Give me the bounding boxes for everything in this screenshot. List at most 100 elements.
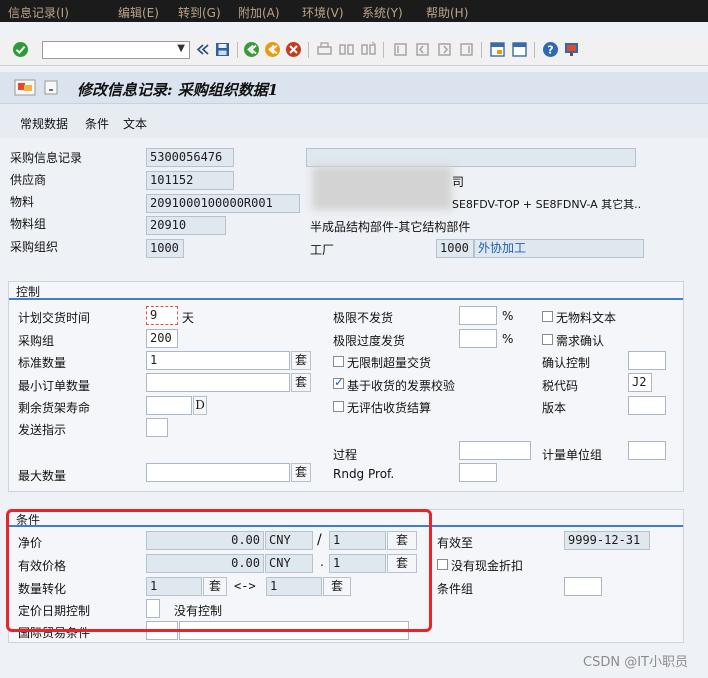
watermark-text: CSDN @IT小职员 <box>583 655 688 670</box>
toolbar-separator <box>481 42 482 58</box>
info-record-field: 5300056476 <box>146 148 234 167</box>
other-object-icon[interactable] <box>44 80 58 95</box>
gr-based-iv-checkbox[interactable] <box>333 375 344 389</box>
menu-bar: 信息记录(I) 编辑(E) 转到(G) 附加(A) 环境(V) 系统(Y) 帮助… <box>0 0 708 22</box>
shipping-instr-label: 发送指示 <box>18 423 67 437</box>
find-icon[interactable] <box>338 41 355 58</box>
conditions-button[interactable]: 条件 <box>85 115 109 132</box>
std-qty-unit: 套 <box>291 351 311 370</box>
purch-org-label: 采购组织 <box>0 236 145 258</box>
info-record-desc-field <box>306 148 636 167</box>
menu-item-extras[interactable]: 附加(A) <box>238 4 280 21</box>
back-icon[interactable] <box>243 41 260 58</box>
valid-to-field: 9999-12-31 <box>564 531 650 550</box>
menu-item-environment[interactable]: 环境(V) <box>302 4 344 21</box>
toolbar-separator <box>534 42 535 58</box>
material-group-label: 物料组 <box>0 213 145 235</box>
menu-item-info-record[interactable]: 信息记录(I) <box>8 4 69 21</box>
planned-delivery-unit: 天 <box>182 311 195 325</box>
menu-item-system[interactable]: 系统(Y) <box>362 4 403 21</box>
material-desc-text: SE8FDV-TOP + SE8FDNV-A 其它其.. <box>452 198 642 211</box>
first-page-icon[interactable] <box>392 41 409 58</box>
general-data-button[interactable]: 常规数据 <box>20 115 68 132</box>
redaction-blur <box>312 166 452 210</box>
create-session-icon[interactable] <box>489 41 506 58</box>
conf-control-label: 确认控制 <box>542 356 591 370</box>
remaining-shelf-input[interactable] <box>146 396 192 415</box>
vendor-field: 101152 <box>146 171 234 190</box>
material-label: 物料 <box>0 191 145 213</box>
unlimited-overdelivery-label: 无限制超量交货 <box>347 356 432 370</box>
over-tolerance-percent: % <box>502 332 514 346</box>
menu-item-edit[interactable]: 编辑(E) <box>118 4 159 21</box>
print-icon[interactable] <box>316 41 333 58</box>
min-qty-unit: 套 <box>291 373 311 392</box>
no-cash-discount-label: 没有现金折扣 <box>451 559 524 573</box>
toolbar-separator <box>237 42 238 58</box>
remaining-shelf-unit: D <box>193 396 207 415</box>
no-mat-text-label: 无物料文本 <box>556 311 617 325</box>
purch-group-input[interactable]: 200 <box>146 329 178 348</box>
control-group-line <box>9 298 683 300</box>
uom-group-input[interactable] <box>628 441 666 460</box>
procedure-input[interactable] <box>459 441 531 460</box>
last-page-icon[interactable] <box>458 41 475 58</box>
conf-control-input[interactable] <box>628 351 666 370</box>
procedure-label: 过程 <box>333 448 358 462</box>
info-record-label: 采购信息记录 <box>0 147 145 169</box>
page-title: 修改信息记录: 采购组织数据1 <box>77 81 279 99</box>
chevron-down-icon[interactable]: ▼ <box>177 43 185 54</box>
under-tolerance-input[interactable] <box>459 306 497 325</box>
cancel-icon[interactable] <box>285 41 302 58</box>
over-tolerance-input[interactable] <box>459 329 497 348</box>
toolbar-separator <box>383 42 384 58</box>
exit-icon[interactable] <box>264 41 281 58</box>
unlimited-overdelivery-checkbox[interactable] <box>333 356 344 367</box>
gr-based-iv-label: 基于收货的发票校验 <box>347 379 456 393</box>
max-qty-label: 最大数量 <box>18 469 67 483</box>
condition-group-label: 条件组 <box>437 582 474 596</box>
rounding-profile-input[interactable] <box>459 463 497 482</box>
menu-item-help[interactable]: 帮助(H) <box>426 4 468 21</box>
std-qty-input[interactable]: 1 <box>146 351 290 370</box>
command-field[interactable]: ▼ <box>42 41 190 59</box>
help-icon[interactable]: ? <box>542 41 559 58</box>
check-icon[interactable] <box>12 41 29 58</box>
material-group-desc-text: 半成品结构部件-其它结构部件 <box>310 220 471 234</box>
shortcut-icon[interactable] <box>511 41 528 58</box>
ack-required-checkbox[interactable] <box>542 334 553 345</box>
shipping-instr-input[interactable] <box>146 418 168 437</box>
highlight-annotation <box>6 509 432 632</box>
prev-page-icon[interactable] <box>414 41 431 58</box>
planned-delivery-input[interactable]: 9 <box>146 306 178 325</box>
max-qty-unit: 套 <box>291 463 311 482</box>
texts-button[interactable]: 文本 <box>123 115 147 132</box>
save-icon[interactable] <box>214 41 231 58</box>
menu-item-goto[interactable]: 转到(G) <box>178 4 221 21</box>
over-tolerance-label: 极限过度发货 <box>333 334 406 348</box>
plant-label: 工厂 <box>310 243 335 257</box>
next-page-icon[interactable] <box>436 41 453 58</box>
display-change-icon[interactable] <box>14 79 36 96</box>
material-field: 2091000100000R001 <box>146 194 300 213</box>
no-cash-discount-checkbox[interactable] <box>437 559 448 570</box>
min-qty-input[interactable] <box>146 373 290 392</box>
customize-icon[interactable] <box>563 41 580 58</box>
tax-code-input[interactable]: J2 <box>628 373 652 392</box>
no-eval-gr-checkbox[interactable] <box>333 401 344 412</box>
no-mat-text-checkbox[interactable] <box>542 311 553 322</box>
back-double-icon[interactable] <box>194 41 211 58</box>
version-input[interactable] <box>628 396 666 415</box>
vendor-label: 供应商 <box>0 169 145 191</box>
rounding-profile-label: Rndg Prof. <box>333 467 395 481</box>
planned-delivery-label: 计划交货时间 <box>18 311 91 325</box>
toolbar-separator <box>308 42 309 58</box>
under-tolerance-label: 极限不发货 <box>333 311 394 325</box>
uom-group-label: 计量单位组 <box>542 448 603 462</box>
find-next-icon[interactable] <box>360 41 377 58</box>
ack-required-label: 需求确认 <box>556 334 605 348</box>
under-tolerance-percent: % <box>502 309 514 323</box>
condition-group-input[interactable] <box>564 577 602 596</box>
max-qty-input[interactable] <box>146 463 290 482</box>
valid-to-label: 有效至 <box>437 536 474 550</box>
